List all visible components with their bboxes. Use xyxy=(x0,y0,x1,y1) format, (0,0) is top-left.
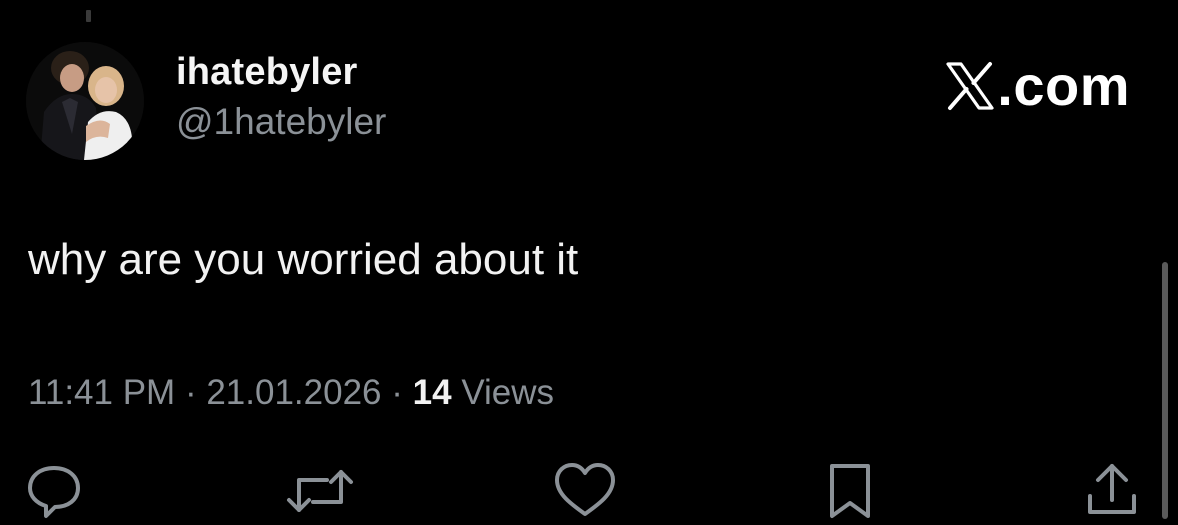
views-count: 14 xyxy=(412,373,452,412)
views-label: Views xyxy=(461,373,555,412)
avatar[interactable] xyxy=(26,42,144,160)
meta-separator: · xyxy=(391,373,403,412)
top-speck xyxy=(86,10,91,22)
share-button[interactable] xyxy=(1084,460,1144,520)
scrollbar[interactable] xyxy=(1162,262,1168,519)
tweet-meta: 11:41 PM · 21.01.2026 · 14 Views xyxy=(28,371,554,415)
bookmark-icon xyxy=(822,464,882,524)
like-icon xyxy=(553,463,617,524)
meta-separator: · xyxy=(184,373,197,412)
user-handle[interactable]: @1hatebyler xyxy=(176,100,386,144)
brand-logo: .com xyxy=(945,56,1130,116)
display-name[interactable]: ihatebyler xyxy=(176,50,358,94)
reply-button[interactable] xyxy=(24,460,84,520)
bookmark-button[interactable] xyxy=(822,460,882,520)
share-icon xyxy=(1084,464,1144,524)
tweet-time[interactable]: 11:41 PM xyxy=(28,373,175,412)
x-logo-icon xyxy=(945,61,995,111)
retweet-icon xyxy=(285,470,355,524)
retweet-button[interactable] xyxy=(285,460,353,520)
tweet-date[interactable]: 21.01.2026 xyxy=(206,373,381,412)
like-button[interactable] xyxy=(553,460,615,520)
reply-icon xyxy=(24,466,84,524)
tweet-text: why are you worried about it xyxy=(28,235,579,284)
brand-label: .com xyxy=(997,54,1130,117)
